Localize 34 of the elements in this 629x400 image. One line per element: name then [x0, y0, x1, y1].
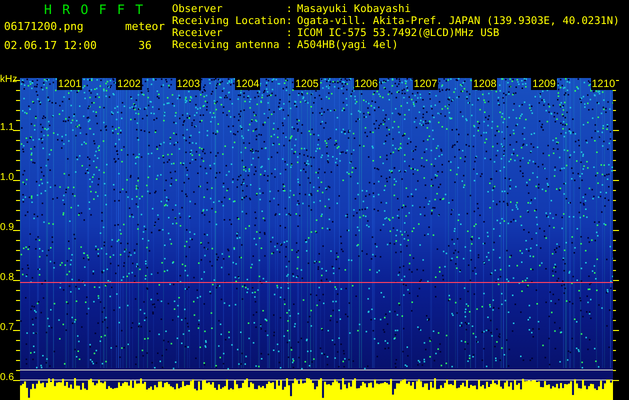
separator: : [286, 15, 294, 27]
axis-label: 0.9 [0, 222, 14, 233]
axis-label: 1.0 [0, 172, 14, 183]
time-label: 1208 [472, 78, 498, 90]
info-label: Receiving Location [172, 15, 286, 27]
meteor-count: 36 [137, 39, 153, 52]
axis-unit: kHz [0, 74, 18, 85]
info-label: Receiver [172, 27, 224, 39]
info-value: A504HB(yagi 4el) [297, 39, 400, 51]
meteor-label: meteor [124, 20, 166, 33]
info-value: Ogata-vill. Akita-Pref. JAPAN (139.9303E, 40.0231N) [297, 15, 620, 27]
axis-label: 0.7 [0, 322, 14, 333]
time-label: 1210 [590, 78, 616, 90]
time-label: 1203 [176, 78, 201, 90]
time-label: 1206 [354, 78, 379, 90]
time-label: 1202 [116, 78, 142, 90]
axis-label: 0.8 [0, 272, 14, 283]
info-label: Receiving antenna [172, 39, 280, 51]
axis-label: 0.6 [0, 372, 14, 383]
separator: : [286, 27, 294, 39]
time-label: 1204 [234, 78, 260, 90]
time-label: 1205 [294, 78, 320, 90]
date-time: 02.06.17 12:00 [4, 39, 98, 52]
time-label: 1201 [57, 78, 82, 90]
info-label: Observer [172, 3, 224, 15]
time-label: 1207 [412, 78, 438, 90]
separator: : [286, 39, 294, 51]
info-value: Masayuki Kobayashi [297, 3, 412, 15]
file-name: 06171200.png [4, 20, 84, 33]
separator: : [286, 3, 294, 15]
info-value: ICOM IC-575 53.7492(@LCD)MHz USB [297, 27, 500, 39]
app-title: H R O F F T [43, 2, 146, 20]
axis-label: 1.1 [0, 122, 14, 133]
time-label: 1209 [531, 78, 557, 90]
